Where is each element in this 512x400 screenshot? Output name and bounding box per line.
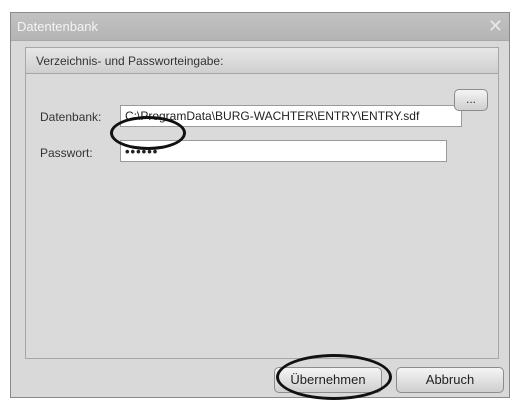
title-bar: Datentenbank ✕ <box>11 13 509 41</box>
dialog-window: Datentenbank ✕ Verzeichnis- und Passwort… <box>10 12 510 398</box>
password-field[interactable]: •••••• <box>120 140 447 162</box>
cancel-button[interactable]: Abbruch <box>396 367 504 393</box>
database-path-field[interactable]: C:\ProgramData\BURG-WACHTER\ENTRY\ENTRY.… <box>120 105 462 127</box>
group-title: Verzeichnis- und Passworteingabe: <box>36 54 224 68</box>
browse-button[interactable]: ... <box>454 89 488 111</box>
group-header: Verzeichnis- und Passworteingabe: <box>26 48 498 74</box>
close-icon[interactable]: ✕ <box>488 15 503 37</box>
database-label: Datenbank: <box>40 110 102 124</box>
password-label: Passwort: <box>40 146 93 160</box>
window-title: Datentenbank <box>17 19 98 34</box>
apply-button[interactable]: Übernehmen <box>274 367 382 393</box>
settings-group: Verzeichnis- und Passworteingabe: Datenb… <box>25 47 499 359</box>
